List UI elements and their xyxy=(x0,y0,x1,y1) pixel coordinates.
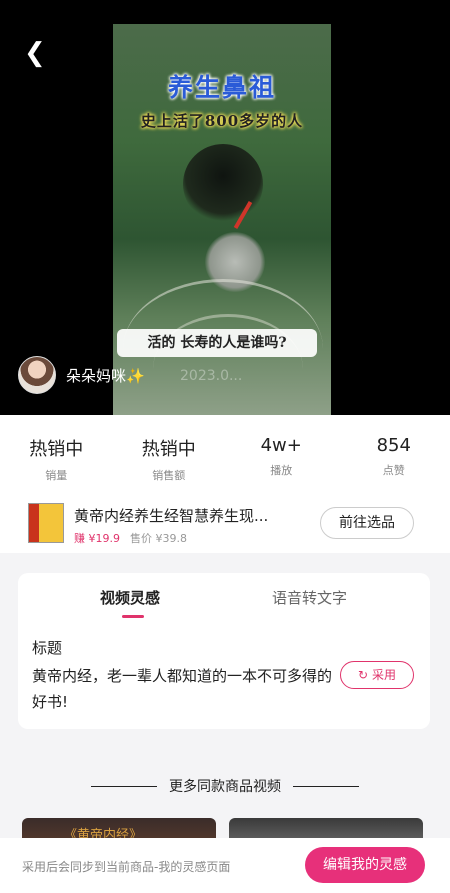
sync-hint: 采用后会同步到当前商品-我的灵感页面 xyxy=(22,860,231,874)
product-original-price: 售价 ¥39.8 xyxy=(130,532,187,545)
go-select-button[interactable]: 前往选品 xyxy=(320,507,414,539)
video-frame[interactable]: 养生鼻祖 史上活了800多岁的人 活的 长寿的人是谁吗? xyxy=(113,24,331,415)
video-watermark: 2023.0... xyxy=(180,368,243,384)
stat-value: 热销中 xyxy=(29,439,84,460)
stat-value: 854 xyxy=(376,435,411,456)
stat-label: 播放 xyxy=(270,464,293,477)
stat-label: 销量 xyxy=(45,469,68,482)
tab-speech-to-text[interactable]: 语音转文字 xyxy=(272,587,347,608)
active-tab-indicator xyxy=(122,615,144,618)
stat-sales: 热销中 销量 xyxy=(0,415,113,493)
back-icon[interactable]: ❮ xyxy=(24,40,46,66)
stat-plays: 4w+ 播放 xyxy=(225,415,338,493)
inspiration-heading: 标题 xyxy=(32,639,63,657)
stat-value: 4w+ xyxy=(260,435,302,456)
product-name[interactable]: 黄帝内经养生经智慧养生现... xyxy=(74,505,302,526)
stat-value: 热销中 xyxy=(141,439,196,460)
product-row[interactable]: 黄帝内经养生经智慧养生现... 赚 ¥19.9 售价 ¥39.8 前往选品 xyxy=(0,493,450,553)
product-earn: 赚 ¥19.9 xyxy=(74,532,120,545)
divider xyxy=(91,785,157,787)
inspiration-text: 黄帝内经，老一辈人都知道的一本不可多得的好书! xyxy=(32,667,333,711)
video-question: 活的 长寿的人是谁吗? xyxy=(117,329,317,357)
avatar[interactable] xyxy=(18,356,56,394)
adopt-button[interactable]: ↻ 采用 xyxy=(340,661,414,689)
edit-inspiration-button[interactable]: 编辑我的灵感 xyxy=(305,847,425,883)
bottom-bar: 采用后会同步到当前商品-我的灵感页面 编辑我的灵感 xyxy=(0,838,450,893)
inspiration-card: 视频灵感 语音转文字 标题 黄帝内经，老一辈人都知道的一本不可多得的好书! ↻ … xyxy=(18,573,430,729)
stat-label: 点赞 xyxy=(382,464,405,477)
video-subtitle: 史上活了800多岁的人 xyxy=(140,112,304,130)
stat-likes: 854 点赞 xyxy=(338,415,450,493)
video-player[interactable]: 养生鼻祖 史上活了800多岁的人 活的 长寿的人是谁吗? ❮ 朵朵妈咪✨ 202… xyxy=(0,0,450,415)
product-image[interactable] xyxy=(28,503,64,543)
adopt-label: 采用 xyxy=(371,668,396,682)
author-info[interactable]: 朵朵妈咪✨ xyxy=(18,355,145,395)
video-title: 养生鼻祖 xyxy=(167,73,276,102)
refresh-icon: ↻ xyxy=(358,668,369,682)
tab-video-inspiration[interactable]: 视频灵感 xyxy=(100,587,160,608)
stat-revenue: 热销中 销售额 xyxy=(113,415,226,493)
author-name[interactable]: 朵朵妈咪✨ xyxy=(66,365,145,386)
stat-label: 销售额 xyxy=(152,469,186,482)
more-videos-title: 更多同款商品视频 xyxy=(169,779,281,795)
divider xyxy=(293,785,359,787)
cave-image xyxy=(183,144,263,224)
more-videos-header: 更多同款商品视频 xyxy=(0,776,450,796)
stats-bar: 热销中 销量 热销中 销售额 4w+ 播放 854 点赞 xyxy=(0,415,450,493)
product-price: 赚 ¥19.9 售价 ¥39.8 xyxy=(74,530,187,546)
